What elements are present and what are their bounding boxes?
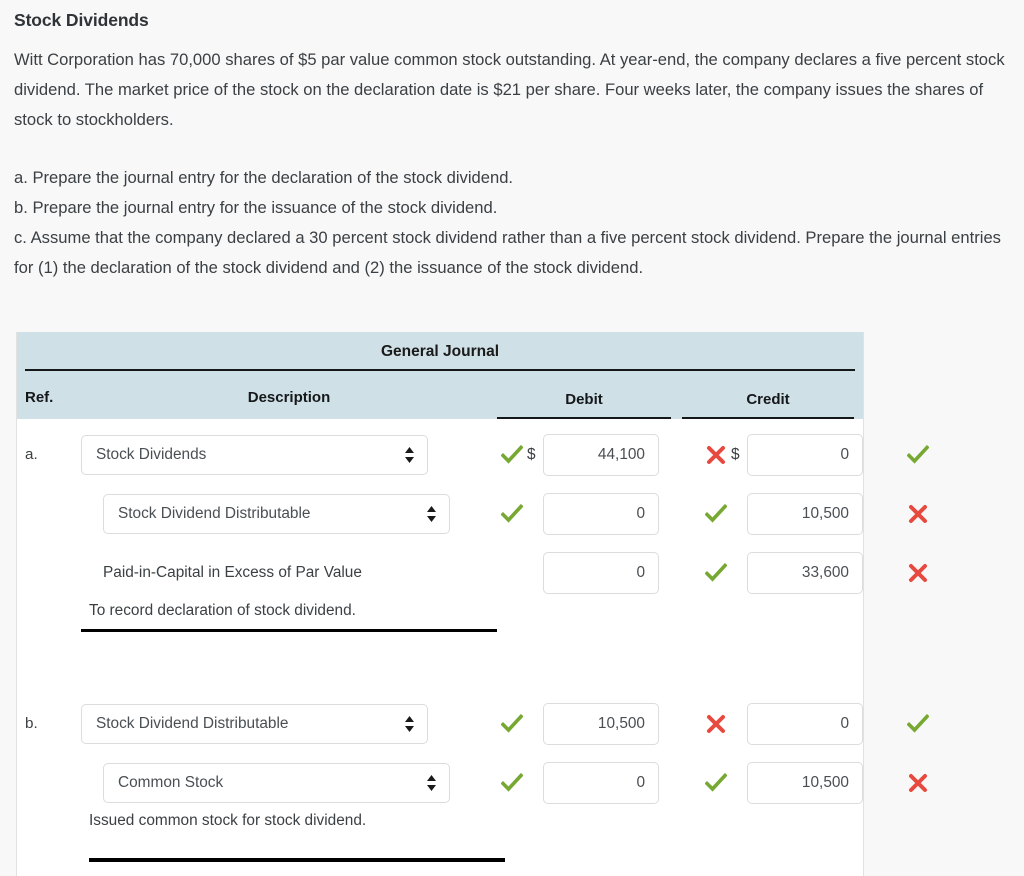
debit-input-b1[interactable]: 10,500 [543, 702, 659, 745]
debit-input-b2[interactable]: 0 [543, 761, 659, 804]
debit-cell: $ 10,500 [527, 702, 701, 745]
status-badge-incorrect [701, 714, 731, 734]
account-select-a2-value: Stock Dividend Distributable [118, 504, 311, 522]
credit-cell: $ 0 [731, 433, 903, 476]
debit-input-a1[interactable]: 44,100 [543, 433, 659, 476]
credit-cell: $ 0 [731, 702, 903, 745]
credit-input-b1[interactable]: 0 [747, 702, 863, 745]
tail-spacer [25, 858, 81, 876]
journal-header: General Journal Ref. Description Debit C… [17, 332, 863, 419]
column-header-debit: Debit [497, 391, 671, 419]
select-updown-arrow-icon [404, 715, 415, 733]
status-badge-correct [497, 772, 527, 793]
credit-input-a3[interactable]: 33,600 [747, 551, 863, 594]
credit-input-a2[interactable]: 10,500 [747, 492, 863, 535]
credit-input-a1[interactable]: 0 [747, 433, 863, 476]
status-badge-incorrect [903, 773, 933, 793]
problem-requirement-b: b. Prepare the journal entry for the iss… [14, 198, 498, 217]
debit-cell: $ 44,100 [527, 433, 701, 476]
status-badge-incorrect [903, 504, 933, 524]
journal-column-headers: Ref. Description Debit Credit [17, 371, 863, 419]
entry-gap [17, 648, 863, 694]
description-cell: Stock Dividends [81, 434, 497, 475]
account-select-a1[interactable]: Stock Dividends [81, 434, 428, 475]
journal-title: General Journal [25, 332, 855, 371]
status-badge-correct [497, 444, 527, 465]
status-badge-incorrect [701, 445, 731, 465]
general-journal-table: General Journal Ref. Description Debit C… [16, 332, 929, 876]
memo-underline-b-wrap [17, 858, 863, 876]
status-badge-correct [701, 503, 731, 524]
debit-input-a3[interactable]: 0 [543, 551, 659, 594]
memo-underline-b [89, 858, 505, 862]
table-row: b. Stock Dividend Distributable $ 10,500 [17, 694, 929, 753]
memo-row: To record declaration of stock dividend. [17, 602, 863, 648]
memo-text-b: Issued common stock for stock dividend. [89, 812, 367, 829]
account-select-b2[interactable]: Common Stock [103, 762, 450, 803]
journal-body: a. Stock Dividends $ 44,100 $ 0 Stock Di… [17, 419, 929, 876]
question-page: Stock Dividends Witt Corporation has 70,… [0, 0, 1024, 876]
column-header-description: Description [247, 389, 331, 406]
credit-cell: $ 10,500 [731, 761, 903, 804]
account-select-b1-value: Stock Dividend Distributable [96, 714, 289, 732]
currency-symbol-debit: $ [527, 445, 536, 463]
description-cell: Paid-in-Capital in Excess of Par Value [81, 564, 497, 582]
account-select-a1-value: Stock Dividends [96, 445, 207, 463]
problem-requirement-c: c. Assume that the company declared a 30… [14, 228, 1001, 277]
problem-statement: Stock Dividends Witt Corporation has 70,… [0, 0, 1024, 283]
status-badge-correct [497, 713, 527, 734]
row-ref-a: a. [25, 446, 38, 463]
select-updown-arrow-icon [426, 505, 437, 523]
select-updown-arrow-icon [426, 774, 437, 792]
account-select-b1[interactable]: Stock Dividend Distributable [81, 703, 428, 744]
account-select-a2[interactable]: Stock Dividend Distributable [103, 493, 450, 534]
memo-row: Issued common stock for stock dividend. [17, 812, 863, 858]
status-badge-correct [497, 503, 527, 524]
debit-cell: $ 0 [527, 492, 701, 535]
currency-symbol-credit: $ [731, 445, 740, 463]
debit-cell: $ 0 [527, 761, 701, 804]
status-badge-correct [903, 713, 933, 734]
page-title: Stock Dividends [14, 10, 149, 30]
credit-input-b2[interactable]: 10,500 [747, 761, 863, 804]
status-badge-incorrect [903, 563, 933, 583]
table-row: Common Stock $ 0 $ [17, 753, 927, 812]
credit-cell: $ 33,600 [731, 551, 903, 594]
description-cell: Common Stock [81, 762, 497, 803]
column-header-ref: Ref. [25, 389, 54, 406]
debit-cell: $ 0 [527, 551, 701, 594]
description-cell: Stock Dividend Distributable [81, 493, 497, 534]
table-row: Stock Dividend Distributable $ 0 [17, 484, 927, 543]
credit-cell: $ 10,500 [731, 492, 903, 535]
account-label-a3: Paid-in-Capital in Excess of Par Value [103, 563, 362, 581]
problem-paragraph: Witt Corporation has 70,000 shares of $5… [14, 50, 1005, 129]
memo-text-a: To record declaration of stock dividend. [81, 602, 497, 632]
status-badge-correct [701, 562, 731, 583]
debit-input-a2[interactable]: 0 [543, 492, 659, 535]
table-row: a. Stock Dividends $ 44,100 $ 0 [17, 419, 929, 484]
description-cell: Stock Dividend Distributable [81, 703, 497, 744]
account-select-b2-value: Common Stock [118, 773, 224, 791]
table-row: Paid-in-Capital in Excess of Par Value $… [17, 543, 927, 602]
status-badge-correct [903, 444, 933, 465]
problem-requirement-a: a. Prepare the journal entry for the dec… [14, 168, 514, 187]
status-badge-correct [701, 772, 731, 793]
column-header-credit: Credit [682, 391, 854, 419]
row-ref-b: b. [25, 715, 38, 732]
select-updown-arrow-icon [404, 446, 415, 464]
